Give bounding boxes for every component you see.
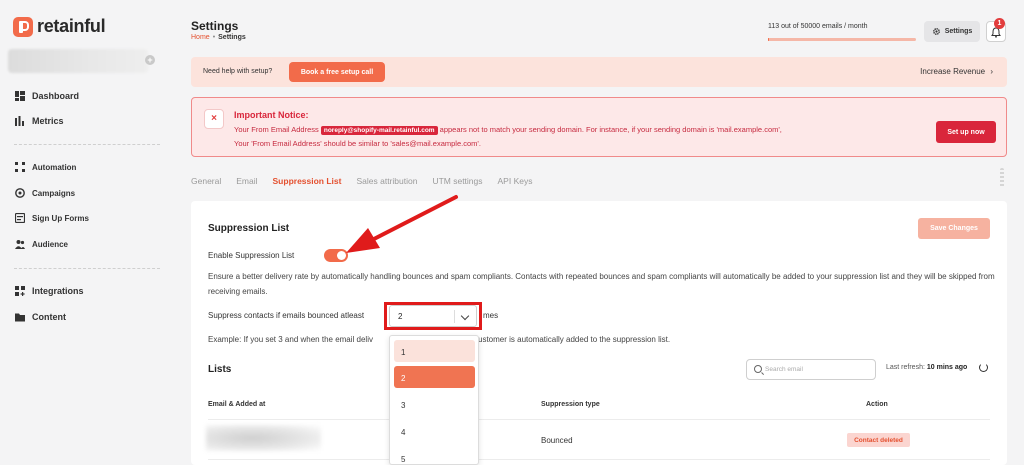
- annotation-arrow-line: [370, 195, 458, 242]
- annotation-arrow: [346, 195, 458, 253]
- annotation-arrow-head: [346, 228, 380, 253]
